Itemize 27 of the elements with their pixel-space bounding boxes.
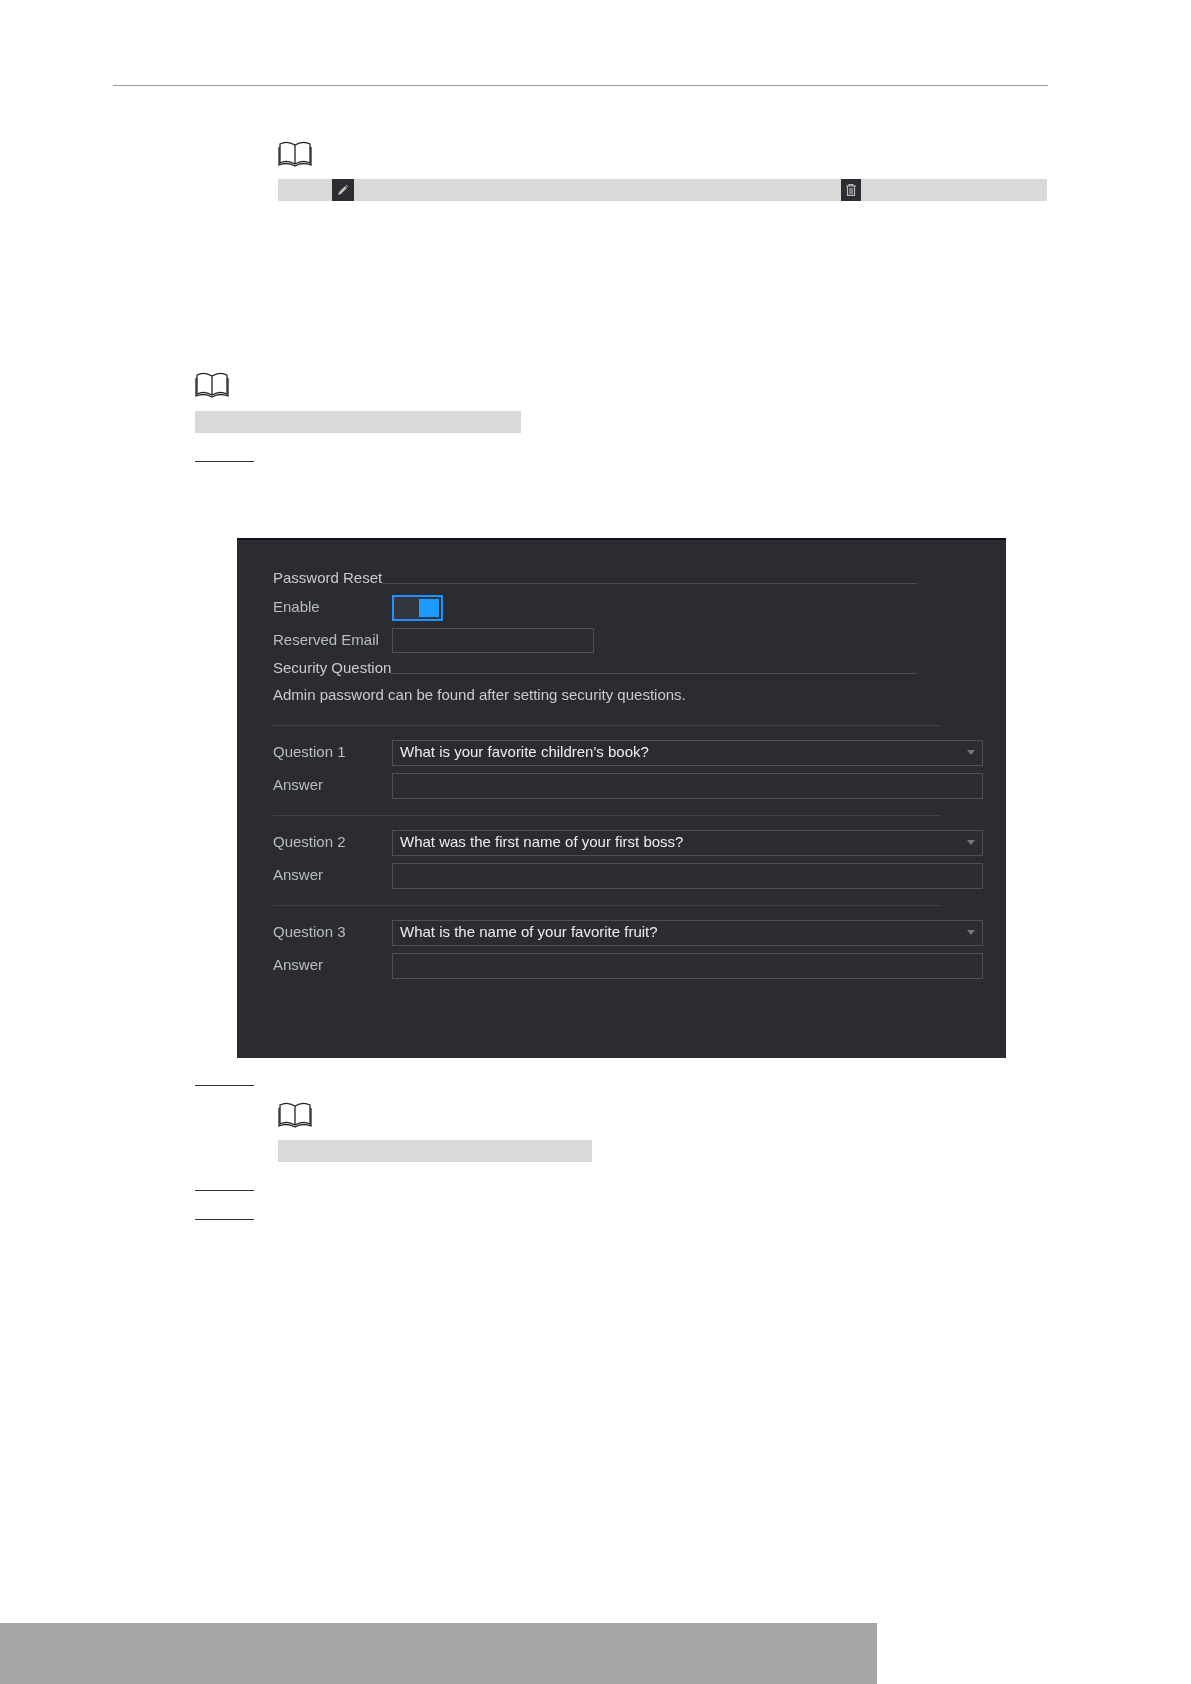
field-label: Question 3 xyxy=(273,922,347,943)
field-label: Answer xyxy=(273,775,325,796)
dropdown-caret-icon xyxy=(967,750,975,755)
delete-icon xyxy=(841,179,861,201)
dropdown-caret-icon xyxy=(967,840,975,845)
book-icon xyxy=(195,372,229,398)
question-dropdown[interactable]: What is the name of your favorite fruit? xyxy=(392,919,983,946)
email-field[interactable] xyxy=(392,628,594,653)
book-icon xyxy=(278,1102,312,1128)
field-label: Question 2 xyxy=(273,832,347,853)
dropdown-caret-icon xyxy=(967,930,975,935)
hint-text: Admin password can be found after setting security questions. xyxy=(273,685,686,706)
answer-field[interactable] xyxy=(392,772,983,799)
edit-icon xyxy=(332,179,354,201)
answer-field[interactable] xyxy=(392,952,983,979)
book-icon xyxy=(278,141,312,167)
field-label: Question 1 xyxy=(273,742,347,763)
question-dropdown[interactable]: What is your favorite children's book? xyxy=(392,739,983,766)
field-label: Reserved Email xyxy=(273,630,380,651)
toggle-switch[interactable] xyxy=(392,594,443,621)
field-label: Answer xyxy=(273,955,325,976)
section-title: Password Reset xyxy=(273,567,383,588)
question-dropdown[interactable]: What was the first name of your first boss? xyxy=(392,829,983,856)
field-label: Enable xyxy=(273,597,321,618)
section-title: Security Question xyxy=(273,657,392,678)
field-label: Answer xyxy=(273,865,325,886)
answer-field[interactable] xyxy=(392,862,983,889)
